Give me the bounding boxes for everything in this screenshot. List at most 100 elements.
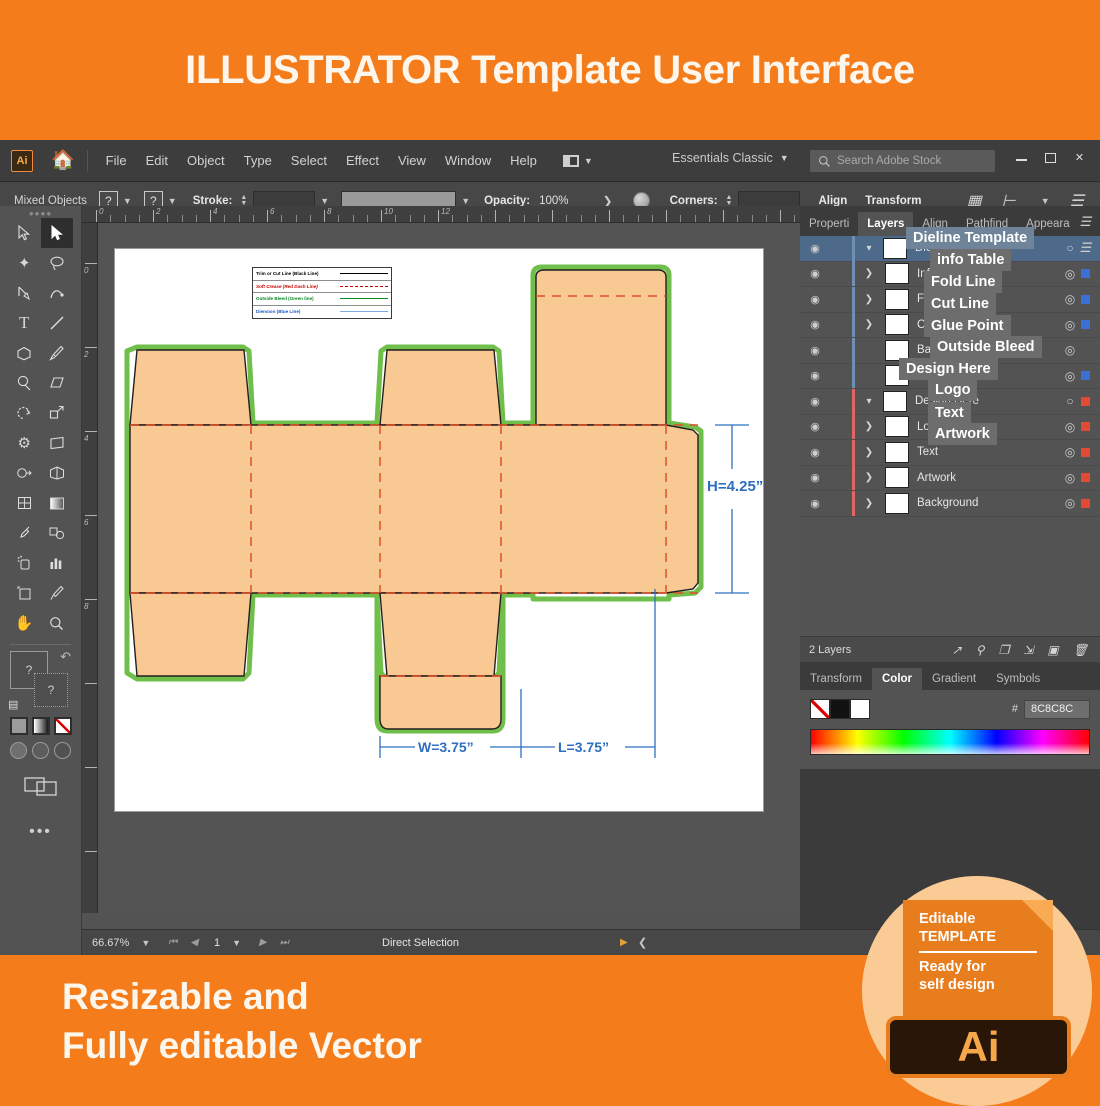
previous-artboard-icon[interactable]: ◀ <box>190 937 198 948</box>
rotate-tool[interactable] <box>8 398 41 428</box>
layer-disclosure-icon[interactable]: ❯ <box>855 447 883 458</box>
layer-visibility-icon[interactable]: ◉ <box>800 369 830 382</box>
layer-target-icon[interactable]: ◎ <box>1059 318 1081 332</box>
close-button[interactable]: ✕ <box>1073 151 1086 164</box>
symbol-sprayer-tool[interactable] <box>8 548 41 578</box>
tab-transform[interactable]: Transform <box>800 668 872 690</box>
layer-name[interactable]: Background <box>917 497 1059 509</box>
next-artboard-icon[interactable]: ▶ <box>259 937 267 948</box>
opacity-label[interactable]: Opacity: <box>484 195 530 207</box>
chevron-down-icon[interactable]: ▼ <box>141 938 150 948</box>
width-tool[interactable]: ⚙ <box>8 428 41 458</box>
eraser-tool[interactable] <box>41 368 74 398</box>
draw-normal-icon[interactable] <box>10 742 27 759</box>
last-artboard-icon[interactable]: ⏭ <box>280 937 289 948</box>
home-icon[interactable]: 🏠 <box>51 151 75 170</box>
column-graph-tool[interactable] <box>41 548 74 578</box>
layer-name[interactable]: Text <box>917 446 1059 458</box>
menu-item-object[interactable]: Object <box>187 153 225 168</box>
layer-visibility-icon[interactable]: ◉ <box>800 446 830 459</box>
layer-disclosure-icon[interactable]: ▾ <box>855 396 883 407</box>
layer-target-icon[interactable]: ◎ <box>1059 496 1081 510</box>
tab-symbols[interactable]: Symbols <box>986 668 1050 690</box>
layer-disclosure-icon[interactable]: ❯ <box>855 268 883 279</box>
adobe-stock-search[interactable]: Search Adobe Stock <box>810 150 995 172</box>
layer-disclosure-icon[interactable]: ❯ <box>855 421 883 432</box>
magic-wand-tool[interactable]: ✦ <box>8 248 41 278</box>
lasso-tool[interactable] <box>41 248 74 278</box>
tab-properties[interactable]: Properti <box>800 212 858 236</box>
chevron-down-icon[interactable]: ▼ <box>232 938 241 948</box>
color-swatch[interactable] <box>10 717 28 735</box>
draw-inside-icon[interactable] <box>54 742 71 759</box>
layer-visibility-icon[interactable]: ◉ <box>800 395 830 408</box>
arrange-documents-button[interactable]: ▼ <box>563 155 593 167</box>
layer-target-icon[interactable]: ○ <box>1059 241 1081 255</box>
workspace-switcher[interactable]: Essentials Classic ▼ <box>672 151 789 165</box>
menu-item-view[interactable]: View <box>398 153 426 168</box>
default-fill-stroke-icon[interactable]: ▤ <box>8 698 18 711</box>
slice-tool[interactable] <box>41 578 74 608</box>
type-tool[interactable]: T <box>8 308 41 338</box>
gradient-tool[interactable] <box>41 488 74 518</box>
status-expand-icon[interactable]: ▶ <box>620 937 628 948</box>
menu-item-type[interactable]: Type <box>244 153 272 168</box>
tab-gradient[interactable]: Gradient <box>922 668 986 690</box>
eyedropper-tool[interactable] <box>8 518 41 548</box>
toolbox-grip[interactable]: ●●●● <box>0 206 81 216</box>
menu-item-edit[interactable]: Edit <box>146 153 168 168</box>
layer-disclosure-icon[interactable]: ▾ <box>855 243 883 254</box>
change-screen-mode-button[interactable] <box>0 773 81 797</box>
layer-target-icon[interactable]: ◎ <box>1059 445 1081 459</box>
shaper-tool[interactable] <box>8 368 41 398</box>
artboard-tool[interactable] <box>8 578 41 608</box>
chevron-down-icon[interactable]: ▼ <box>168 196 177 206</box>
paintbrush-tool[interactable] <box>41 338 74 368</box>
delete-layer-icon[interactable]: 🗑 <box>1073 643 1088 657</box>
none-swatch[interactable] <box>54 717 72 735</box>
layer-target-icon[interactable]: ○ <box>1059 394 1081 408</box>
locate-object-icon[interactable]: ↗ <box>952 643 962 657</box>
selection-tool[interactable] <box>8 218 41 248</box>
minimize-button[interactable] <box>1015 151 1028 164</box>
panel-menu-icon[interactable]: ☰ <box>1079 240 1091 256</box>
find-icon[interactable]: ⚲ <box>976 643 985 657</box>
vertical-ruler[interactable]: 02468 <box>82 223 98 913</box>
curvature-tool[interactable] <box>41 278 74 308</box>
line-segment-tool[interactable] <box>41 308 74 338</box>
layer-visibility-icon[interactable]: ◉ <box>800 318 830 331</box>
menu-item-select[interactable]: Select <box>291 153 327 168</box>
gradient-swatch[interactable] <box>32 717 50 735</box>
layer-disclosure-icon[interactable]: ❯ <box>855 498 883 509</box>
none-swatch[interactable] <box>810 699 830 719</box>
perspective-grid-tool[interactable] <box>41 458 74 488</box>
panel-menu-icon[interactable]: ☰ <box>1079 214 1091 230</box>
edit-toolbar-button[interactable]: ••• <box>0 823 81 841</box>
layer-visibility-icon[interactable]: ◉ <box>800 471 830 484</box>
zoom-level-value[interactable]: 66.67% <box>92 937 129 949</box>
layer-visibility-icon[interactable]: ◉ <box>800 344 830 357</box>
color-spectrum-bar[interactable] <box>810 729 1090 755</box>
layer-visibility-icon[interactable]: ◉ <box>800 267 830 280</box>
black-swatch[interactable] <box>830 699 850 719</box>
align-button[interactable]: Align <box>818 195 847 207</box>
layer-visibility-icon[interactable]: ◉ <box>800 293 830 306</box>
layer-row[interactable]: ◉❯Background◎ <box>800 491 1100 517</box>
chevron-down-icon[interactable]: ▼ <box>123 196 132 206</box>
layer-target-icon[interactable]: ◎ <box>1059 420 1081 434</box>
artboard-number-value[interactable]: 1 <box>214 937 220 949</box>
release-icon[interactable]: ⇲ <box>1023 643 1033 657</box>
layer-target-icon[interactable]: ◎ <box>1059 343 1081 357</box>
menu-item-help[interactable]: Help <box>510 153 537 168</box>
dieline-artwork[interactable] <box>115 249 763 811</box>
new-layer-icon[interactable]: ▣ <box>1047 643 1058 657</box>
layer-disclosure-icon[interactable]: ❯ <box>855 319 883 330</box>
pen-tool[interactable] <box>8 278 41 308</box>
draw-behind-icon[interactable] <box>32 742 49 759</box>
opacity-value[interactable]: 100% <box>539 195 568 207</box>
stroke-label[interactable]: Stroke: <box>193 195 233 207</box>
scale-tool[interactable] <box>41 398 74 428</box>
layer-row[interactable]: ◉❯Artwork◎ <box>800 466 1100 492</box>
corner-radius-stepper[interactable]: ▲▼ <box>726 195 733 207</box>
layer-disclosure-icon[interactable]: ❯ <box>855 472 883 483</box>
